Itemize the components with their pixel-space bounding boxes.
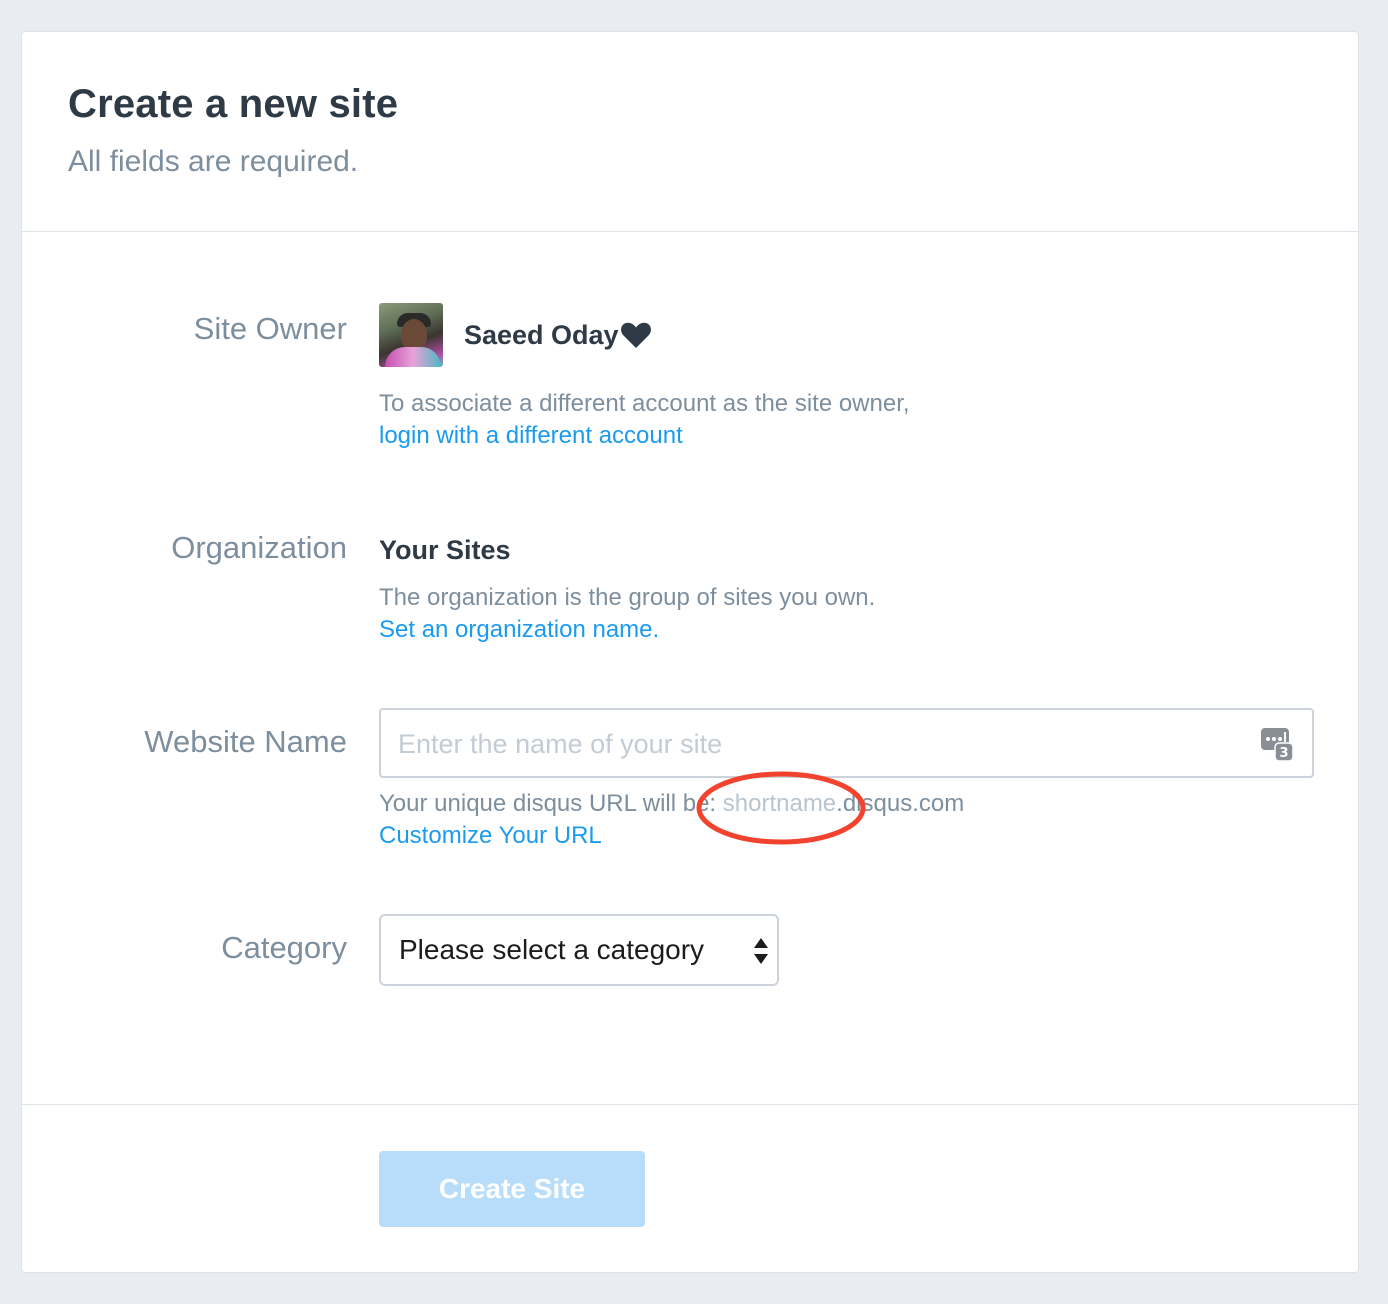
category-select[interactable]: Please select a category xyxy=(379,914,779,986)
category-selected-value: Please select a category xyxy=(399,934,705,965)
create-site-button[interactable]: Create Site xyxy=(379,1151,645,1227)
owner-name: Saeed Oday xyxy=(464,320,619,350)
url-prefix: Your unique disqus URL will be: xyxy=(379,790,723,817)
page-title: Create a new site xyxy=(68,82,399,126)
create-site-card: Create a new site All fields are require… xyxy=(21,31,1359,1273)
customize-url-link[interactable]: Customize Your URL xyxy=(379,822,602,850)
select-arrows-icon xyxy=(754,938,768,964)
site-owner-help-text: To associate a different account as the … xyxy=(379,390,910,417)
page-subtitle: All fields are required. xyxy=(68,145,359,178)
password-manager-icon[interactable]: 3 xyxy=(1260,726,1294,762)
category-label: Category xyxy=(221,930,347,965)
heart-icon xyxy=(621,322,651,348)
set-organization-name-link[interactable]: Set an organization name. xyxy=(379,616,659,644)
unique-url-help-text: Your unique disqus URL will be: shortnam… xyxy=(379,790,964,818)
website-name-label: Website Name xyxy=(144,724,347,759)
website-name-input[interactable]: Enter the name of your site 3 xyxy=(379,708,1314,778)
annotation-ellipse xyxy=(696,771,866,845)
login-different-account-link[interactable]: login with a different account xyxy=(379,422,683,450)
password-manager-badge: 3 xyxy=(1279,746,1288,761)
organization-label: Organization xyxy=(171,530,347,565)
website-name-placeholder: Enter the name of your site xyxy=(398,729,723,759)
organization-help-text: The organization is the group of sites y… xyxy=(379,584,876,611)
avatar xyxy=(379,303,443,367)
card-header: Create a new site All fields are require… xyxy=(22,32,1358,232)
organization-name: Your Sites xyxy=(379,535,511,565)
card-footer-divider xyxy=(22,1104,1358,1105)
site-owner-label: Site Owner xyxy=(193,311,347,346)
